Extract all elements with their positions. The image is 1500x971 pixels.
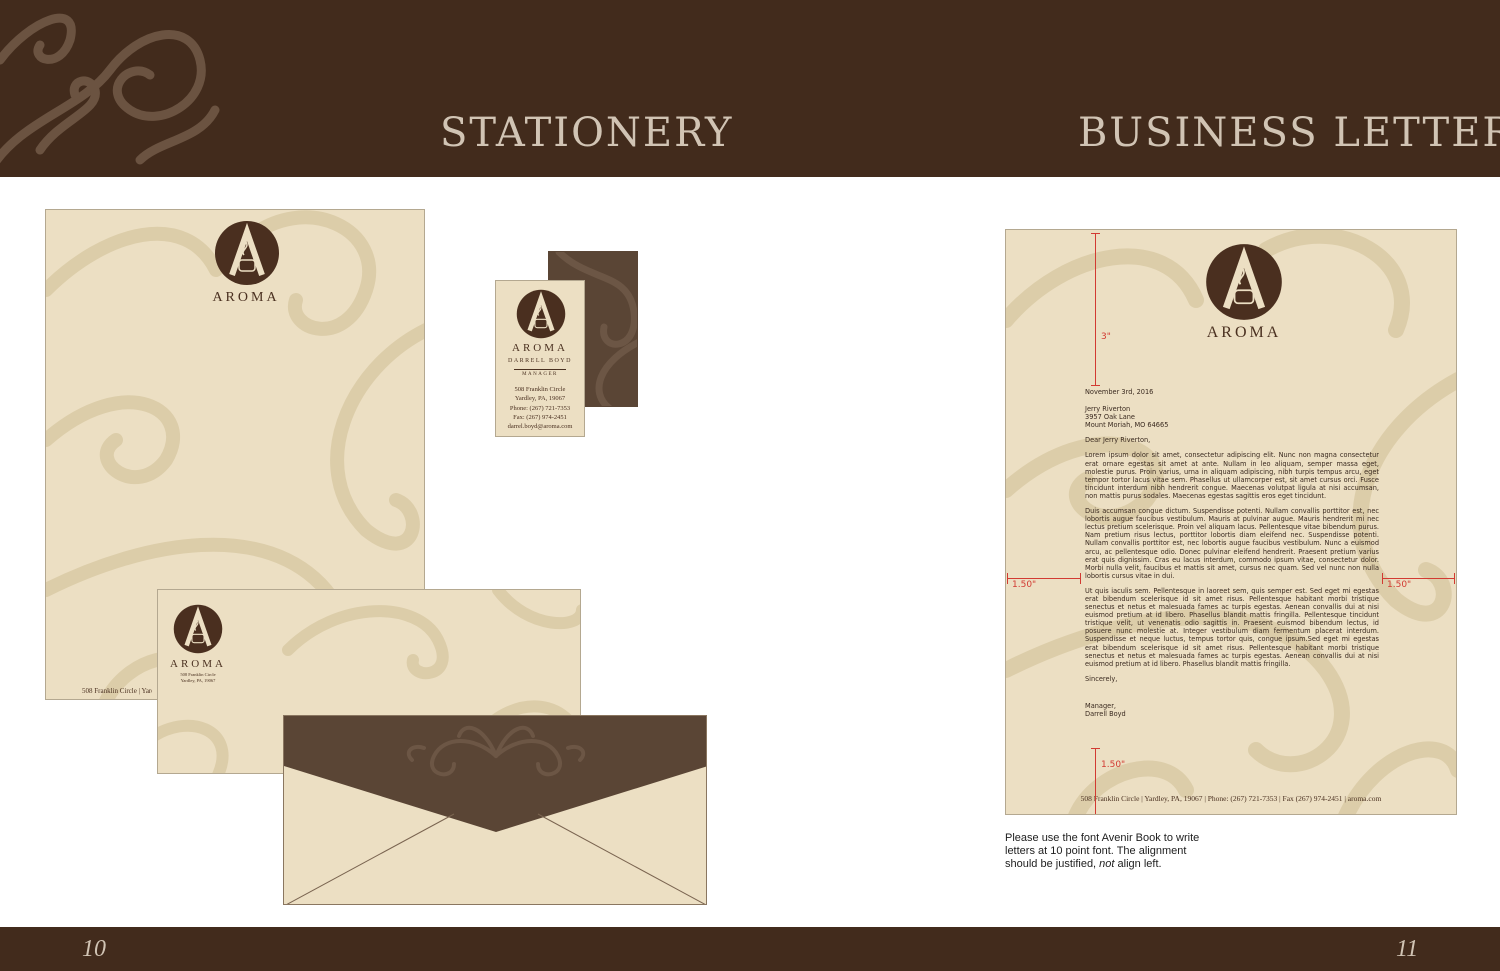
aroma-logo-icon xyxy=(215,221,279,285)
letterhead-footer: 508 Franklin Circle | Yardley, PA, 19067… xyxy=(82,687,152,695)
letter-signer-name: Darrell Boyd xyxy=(1085,710,1126,718)
letter-logo-icon xyxy=(1206,244,1282,320)
left-margin-label: 1.50" xyxy=(1012,580,1037,590)
ornament-swirl-icon xyxy=(0,13,220,165)
letter-recipient-name: Jerry Riverton xyxy=(1085,405,1131,414)
right-margin-cap xyxy=(1382,573,1383,584)
card-logo-icon xyxy=(516,289,566,339)
left-margin-cap xyxy=(1007,573,1008,584)
letter-signer-title: Manager, xyxy=(1085,701,1116,710)
bottom-margin-cap xyxy=(1091,748,1100,749)
card-email: darrel.boyd@aroma.com xyxy=(507,423,573,431)
card-name: DARRELL BOYD xyxy=(508,358,572,364)
envelope-address-line2: Yardley, PA, 19067 xyxy=(180,678,216,683)
top-margin-label: 3" xyxy=(1101,332,1111,342)
business-letter-sheet: AROMA November 3rd, 2016 Jerry Riverton … xyxy=(1005,229,1457,815)
stationery-title: STATIONERY xyxy=(440,110,734,156)
envelope-address: 508 Franklin Circle Yardley, PA, 19067 xyxy=(158,672,238,684)
card-fax: Fax: (267) 974-2451 xyxy=(513,413,567,421)
card-contact: 508 Franklin Circle Yardley, PA, 19067 P… xyxy=(496,385,584,431)
letter-paragraph-2: Duis accumsan congue dictum. Suspendisse… xyxy=(1085,507,1379,580)
card-title: MANAGER xyxy=(522,372,558,377)
envelope-brand: AROMA xyxy=(170,658,226,670)
letter-recipient-city: Mount Moriah, MO 64665 xyxy=(1085,421,1169,430)
bottom-margin-label: 1.50" xyxy=(1101,760,1126,770)
letter-paragraph-1: Lorem ipsum dolor sit amet, consectetur … xyxy=(1085,451,1379,500)
instructions-text-end: align left. xyxy=(1114,858,1162,870)
footer-band xyxy=(0,927,1500,971)
letter-date: November 3rd, 2016 xyxy=(1085,388,1154,396)
letter-body: November 3rd, 2016 Jerry Riverton 3957 O… xyxy=(1085,388,1379,718)
letter-closing: Sincerely, xyxy=(1085,674,1118,683)
letter-recipient-street: 3957 Oak Lane xyxy=(1085,413,1135,422)
right-margin-cap-right xyxy=(1454,573,1455,584)
letter-footer: 508 Franklin Circle | Yardley, PA, 19067… xyxy=(1080,794,1382,803)
header-band: STATIONERY BUSINESS LETTER xyxy=(0,0,1500,177)
top-margin-line xyxy=(1095,233,1096,386)
instructions-emphasis: not xyxy=(1099,858,1115,870)
business-letter-title: BUSINESS LETTER xyxy=(1078,110,1500,156)
card-address-line1: 508 Franklin Circle xyxy=(514,386,566,393)
top-margin-cap-bottom xyxy=(1091,385,1100,386)
page-number-left: 10 xyxy=(82,936,106,962)
card-phone: Phone: (267) 721-7353 xyxy=(509,404,571,412)
envelope-back xyxy=(283,715,707,905)
envelope-flap-icon xyxy=(284,716,706,904)
left-margin-cap-right xyxy=(1080,573,1081,584)
business-card-front: AROMA DARRELL BOYD MANAGER 508 Franklin … xyxy=(495,280,585,437)
card-divider xyxy=(514,369,566,370)
left-margin-line xyxy=(1007,578,1081,579)
font-instructions: Please use the font Avenir Book to write… xyxy=(1005,832,1215,871)
right-margin-label: 1.50" xyxy=(1387,580,1412,590)
right-margin-line xyxy=(1382,578,1455,579)
page-number-right: 11 xyxy=(1396,936,1419,962)
card-brand: AROMA xyxy=(512,342,568,354)
letterhead-brand: AROMA xyxy=(212,290,280,305)
envelope-logo-icon xyxy=(173,604,223,654)
top-margin-cap xyxy=(1091,233,1100,234)
letter-brand: AROMA xyxy=(1206,324,1282,341)
bottom-margin-line xyxy=(1095,748,1096,814)
card-address-line2: Yardley, PA, 19067 xyxy=(514,395,566,403)
letter-salutation: Dear Jerry Riverton, xyxy=(1085,436,1151,445)
letter-paragraph-3: Ut quis iaculis sem. Pellentesque in lao… xyxy=(1085,586,1379,668)
